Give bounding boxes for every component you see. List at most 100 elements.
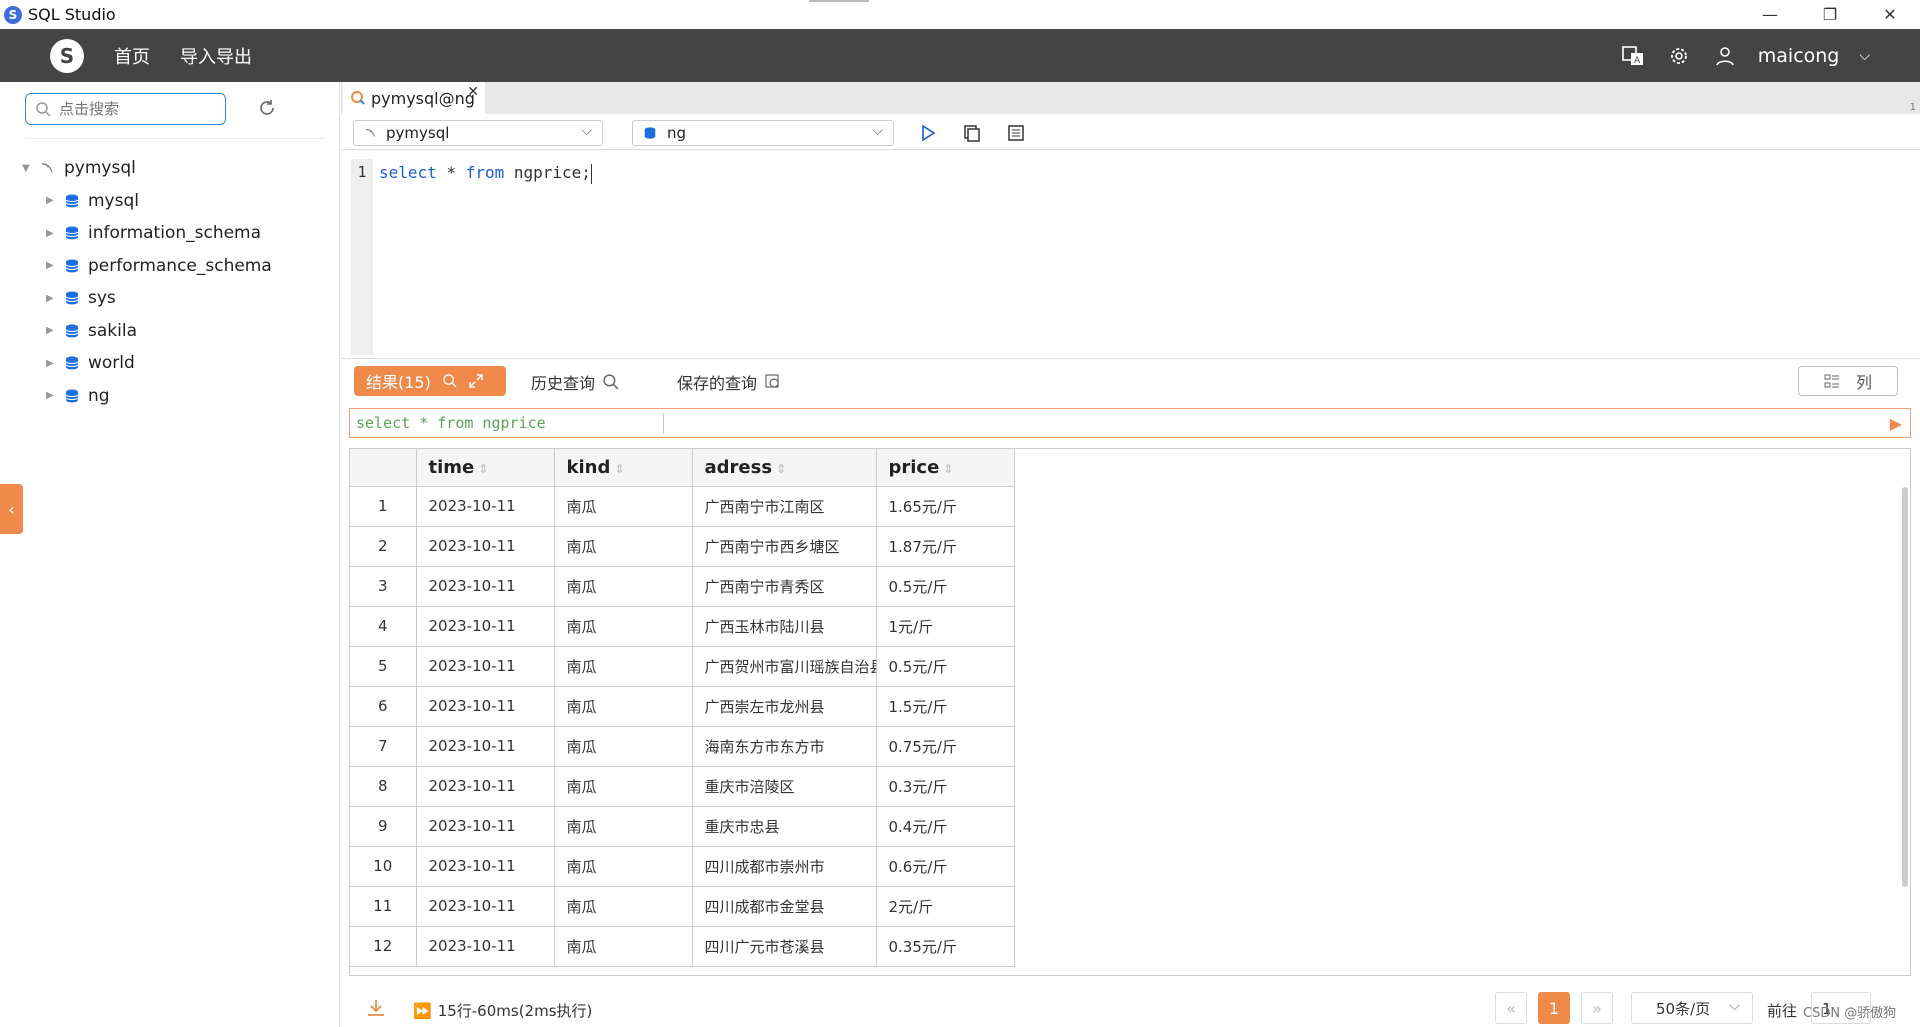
caret-right-icon[interactable]: ▶ bbox=[46, 260, 58, 271]
price-cell[interactable]: 0.4元/斤 bbox=[876, 806, 1015, 847]
table-row[interactable]: 4 2023-10-11 南瓜 广西玉林市陆川县 1元/斤 bbox=[350, 606, 1015, 647]
search-icon[interactable] bbox=[443, 374, 457, 388]
page-button-current[interactable]: 1 bbox=[1538, 992, 1570, 1024]
price-cell[interactable]: 2元/斤 bbox=[876, 886, 1015, 927]
next-page-button[interactable]: » bbox=[1581, 992, 1613, 1024]
tree-item-sakila[interactable]: ▶ sakila bbox=[22, 315, 272, 348]
user-name[interactable]: maicong bbox=[1758, 45, 1840, 67]
kind-cell[interactable]: 南瓜 bbox=[554, 486, 693, 527]
tree-item-sys[interactable]: ▶ sys bbox=[22, 282, 272, 315]
price-cell[interactable]: 0.5元/斤 bbox=[876, 646, 1015, 687]
row-number-cell[interactable]: 12 bbox=[350, 926, 417, 967]
vertical-scrollbar[interactable] bbox=[1902, 487, 1908, 887]
sort-icon[interactable]: ⇕ bbox=[943, 462, 953, 476]
price-cell[interactable]: 1元/斤 bbox=[876, 606, 1015, 647]
table-row[interactable]: 6 2023-10-11 南瓜 广西崇左市龙州县 1.5元/斤 bbox=[350, 686, 1015, 727]
table-row[interactable]: 10 2023-10-11 南瓜 四川成都市崇州市 0.6元/斤 bbox=[350, 846, 1015, 887]
sql-editor[interactable]: 1 select * from ngprice; bbox=[341, 151, 1920, 359]
price-cell[interactable]: 0.75元/斤 bbox=[876, 726, 1015, 767]
row-number-cell[interactable]: 1 bbox=[350, 486, 417, 527]
close-window-button[interactable]: ✕ bbox=[1860, 0, 1920, 29]
maximize-button[interactable]: ❐ bbox=[1800, 0, 1860, 29]
page-size-select[interactable]: 50条/页 ⌵ bbox=[1631, 992, 1753, 1024]
column-header-time[interactable]: time ⇕ bbox=[416, 449, 555, 487]
caret-right-icon[interactable]: ▶ bbox=[46, 325, 58, 336]
sidebar-collapse-chevron-icon[interactable]: ‹ bbox=[0, 484, 23, 534]
tree-item-mysql[interactable]: ▶ mysql bbox=[22, 185, 272, 218]
brand-logo-icon[interactable]: S bbox=[50, 38, 84, 73]
query-filter-bar[interactable]: select * from ngprice ▶ bbox=[349, 408, 1911, 438]
copy-button[interactable] bbox=[960, 121, 984, 145]
sort-icon[interactable]: ⇕ bbox=[478, 462, 488, 476]
time-cell[interactable]: 2023-10-11 bbox=[416, 566, 555, 607]
run-query-button[interactable] bbox=[916, 121, 940, 145]
settings-gear-icon[interactable] bbox=[1666, 43, 1692, 69]
close-tab-icon[interactable]: ✕ bbox=[467, 84, 479, 100]
table-row[interactable]: 9 2023-10-11 南瓜 重庆市忠县 0.4元/斤 bbox=[350, 806, 1015, 847]
tab-history[interactable]: 历史查询 bbox=[531, 370, 619, 394]
user-icon[interactable] bbox=[1712, 43, 1738, 69]
row-number-cell[interactable]: 7 bbox=[350, 726, 417, 767]
caret-right-icon[interactable]: ▶ bbox=[46, 390, 58, 401]
price-cell[interactable]: 1.87元/斤 bbox=[876, 526, 1015, 567]
sort-icon[interactable]: ⇕ bbox=[776, 462, 786, 476]
price-cell[interactable]: 0.5元/斤 bbox=[876, 566, 1015, 607]
row-number-cell[interactable]: 8 bbox=[350, 766, 417, 807]
expand-icon[interactable] bbox=[469, 374, 483, 388]
time-cell[interactable]: 2023-10-11 bbox=[416, 486, 555, 527]
kind-cell[interactable]: 南瓜 bbox=[554, 926, 693, 967]
kind-cell[interactable]: 南瓜 bbox=[554, 686, 693, 727]
time-cell[interactable]: 2023-10-11 bbox=[416, 606, 555, 647]
sql-code-line[interactable]: select * from ngprice; bbox=[379, 163, 592, 184]
price-cell[interactable]: 0.35元/斤 bbox=[876, 926, 1015, 967]
download-icon[interactable] bbox=[366, 998, 386, 1018]
row-number-cell[interactable]: 5 bbox=[350, 646, 417, 687]
kind-cell[interactable]: 南瓜 bbox=[554, 886, 693, 927]
filter-run-icon[interactable]: ▶ bbox=[1890, 414, 1902, 433]
kind-cell[interactable]: 南瓜 bbox=[554, 526, 693, 567]
table-row[interactable]: 7 2023-10-11 南瓜 海南东方市东方市 0.75元/斤 bbox=[350, 726, 1015, 767]
kind-cell[interactable]: 南瓜 bbox=[554, 606, 693, 647]
kind-cell[interactable]: 南瓜 bbox=[554, 726, 693, 767]
adress-cell[interactable]: 四川广元市苍溪县 bbox=[692, 926, 877, 967]
row-number-cell[interactable]: 10 bbox=[350, 846, 417, 887]
tree-item-information-schema[interactable]: ▶ information_schema bbox=[22, 217, 272, 250]
adress-cell[interactable]: 广西南宁市青秀区 bbox=[692, 566, 877, 607]
kind-cell[interactable]: 南瓜 bbox=[554, 566, 693, 607]
tree-item-world[interactable]: ▶ world bbox=[22, 347, 272, 380]
search-input[interactable] bbox=[59, 100, 209, 118]
table-row[interactable]: 1 2023-10-11 南瓜 广西南宁市江南区 1.65元/斤 bbox=[350, 486, 1015, 527]
user-menu-chevron-icon[interactable]: ⌵ bbox=[1859, 48, 1870, 64]
search-box[interactable] bbox=[25, 93, 226, 125]
time-cell[interactable]: 2023-10-11 bbox=[416, 766, 555, 807]
kind-cell[interactable]: 南瓜 bbox=[554, 646, 693, 687]
kind-cell[interactable]: 南瓜 bbox=[554, 846, 693, 887]
tree-item-performance-schema[interactable]: ▶ performance_schema bbox=[22, 250, 272, 283]
caret-right-icon[interactable]: ▶ bbox=[46, 358, 58, 369]
format-button[interactable] bbox=[1004, 121, 1028, 145]
tab-results[interactable]: 结果(15) bbox=[354, 366, 506, 396]
refresh-icon[interactable] bbox=[257, 98, 277, 118]
row-number-cell[interactable]: 6 bbox=[350, 686, 417, 727]
columns-button[interactable]: 列 bbox=[1798, 366, 1898, 396]
row-number-cell[interactable]: 4 bbox=[350, 606, 417, 647]
price-cell[interactable]: 0.3元/斤 bbox=[876, 766, 1015, 807]
caret-right-icon[interactable]: ▶ bbox=[46, 228, 58, 239]
price-cell[interactable]: 1.65元/斤 bbox=[876, 486, 1015, 527]
adress-cell[interactable]: 广西玉林市陆川县 bbox=[692, 606, 877, 647]
translate-icon[interactable]: A bbox=[1620, 43, 1646, 69]
caret-right-icon[interactable]: ▶ bbox=[46, 293, 58, 304]
time-cell[interactable]: 2023-10-11 bbox=[416, 646, 555, 687]
row-number-cell[interactable]: 3 bbox=[350, 566, 417, 607]
price-cell[interactable]: 1.5元/斤 bbox=[876, 686, 1015, 727]
row-number-cell[interactable]: 11 bbox=[350, 886, 417, 927]
adress-cell[interactable]: 广西崇左市龙州县 bbox=[692, 686, 877, 727]
adress-cell[interactable]: 重庆市涪陵区 bbox=[692, 766, 877, 807]
time-cell[interactable]: 2023-10-11 bbox=[416, 886, 555, 927]
table-row[interactable]: 12 2023-10-11 南瓜 四川广元市苍溪县 0.35元/斤 bbox=[350, 926, 1015, 967]
time-cell[interactable]: 2023-10-11 bbox=[416, 926, 555, 967]
time-cell[interactable]: 2023-10-11 bbox=[416, 726, 555, 767]
time-cell[interactable]: 2023-10-11 bbox=[416, 846, 555, 887]
column-header-price[interactable]: price ⇕ bbox=[876, 449, 1015, 487]
kind-cell[interactable]: 南瓜 bbox=[554, 806, 693, 847]
